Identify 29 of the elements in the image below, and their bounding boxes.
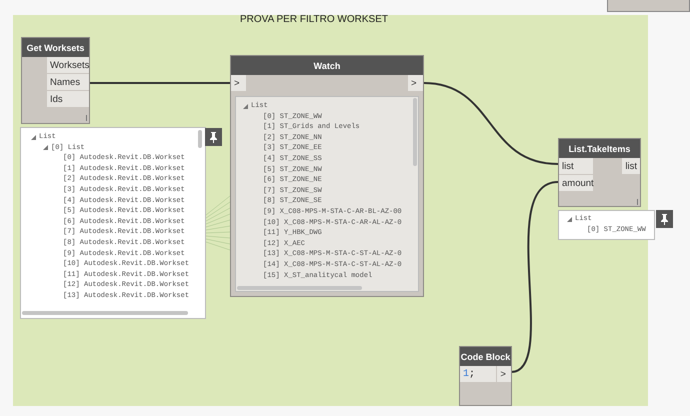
output-port[interactable]: Worksets — [47, 57, 89, 74]
node-card[interactable] — [230, 55, 424, 297]
output-port[interactable]: Names — [47, 74, 89, 91]
pin-icon — [209, 132, 218, 142]
group-title: PROVA PER FILTRO WORKSET — [240, 14, 388, 25]
output-port[interactable]: list — [622, 158, 640, 175]
node-card[interactable]: List.TakeItems list amount list — [558, 138, 641, 207]
output-port[interactable]: Ids — [47, 91, 89, 108]
node-title: Watch — [231, 56, 423, 75]
scrollbar[interactable] — [237, 286, 362, 290]
output-port[interactable]: > — [408, 75, 423, 92]
node-card[interactable]: Code Block 1; > — [459, 346, 512, 406]
input-port[interactable]: amount — [559, 175, 593, 192]
scrollbar[interactable] — [22, 311, 188, 315]
input-port[interactable]: list — [559, 158, 593, 175]
input-port[interactable]: > — [231, 75, 246, 92]
pin-button[interactable] — [205, 128, 222, 146]
pin-button[interactable] — [656, 210, 673, 228]
code-field[interactable]: 1; — [460, 366, 496, 383]
pin-icon — [660, 214, 669, 224]
expanded-icon[interactable] — [43, 142, 51, 153]
output-port[interactable]: > — [496, 366, 511, 383]
scrollbar[interactable] — [198, 130, 202, 148]
node-title: Get Worksets — [22, 38, 89, 57]
node-title: Code Block — [460, 347, 511, 366]
scrollbar[interactable] — [413, 98, 417, 166]
node-title: List.TakeItems — [559, 139, 640, 158]
node-card[interactable]: Get Worksets Worksets Names Ids — [21, 37, 90, 124]
hatch-drawing — [206, 196, 230, 250]
